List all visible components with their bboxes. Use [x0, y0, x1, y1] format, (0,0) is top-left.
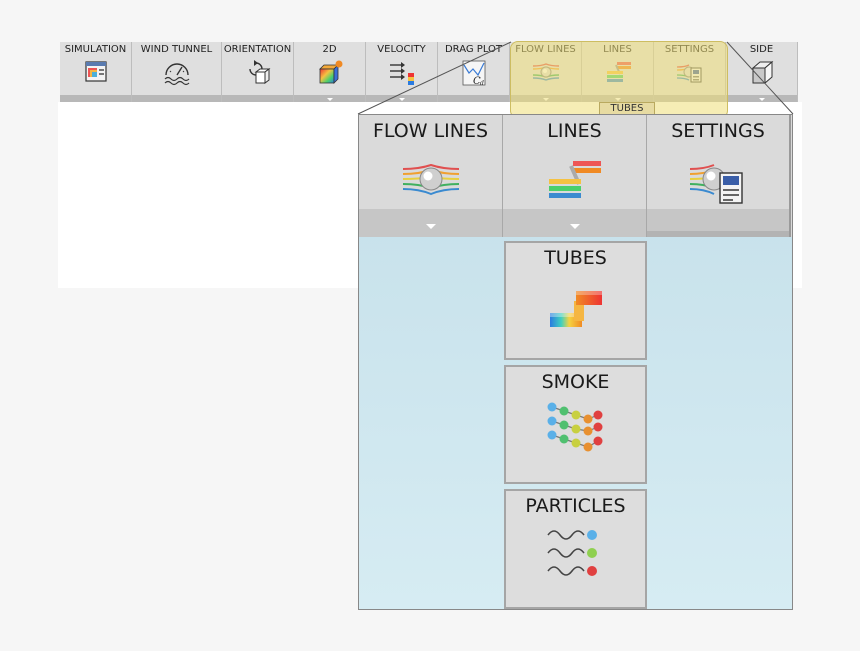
zoom-flow-lines-label: FLOW LINES	[372, 120, 489, 142]
smoke-label: SMOKE	[541, 371, 610, 393]
particles-icon	[546, 530, 597, 576]
menu-item-particles[interactable]: PARTICLES	[504, 489, 647, 609]
chevron-down-icon	[569, 224, 580, 229]
zoom-lines-label: LINES	[547, 120, 602, 142]
smoke-icon	[547, 402, 602, 452]
settings-icon	[689, 164, 743, 204]
zoom-settings-button[interactable]: SETTINGS	[647, 115, 791, 237]
menu-item-tubes[interactable]: TUBES	[504, 241, 647, 360]
menu-item-smoke[interactable]: SMOKE	[504, 365, 647, 484]
zoom-settings-label: SETTINGS	[671, 120, 765, 142]
tubes-label: TUBES	[544, 247, 607, 269]
zoom-flow-lines-button[interactable]: FLOW LINES	[359, 115, 503, 237]
tubes-icon	[549, 291, 602, 327]
flow-lines-icon	[402, 163, 459, 196]
particles-label: PARTICLES	[525, 495, 626, 517]
zoomed-flow-lines-panel: FLOW LINES LINES SETTINGS TUBES SMOKE PA…	[358, 114, 793, 610]
lines-icon	[548, 161, 601, 198]
zoom-lines-button[interactable]: LINES	[503, 115, 647, 237]
chevron-down-icon	[425, 224, 436, 229]
